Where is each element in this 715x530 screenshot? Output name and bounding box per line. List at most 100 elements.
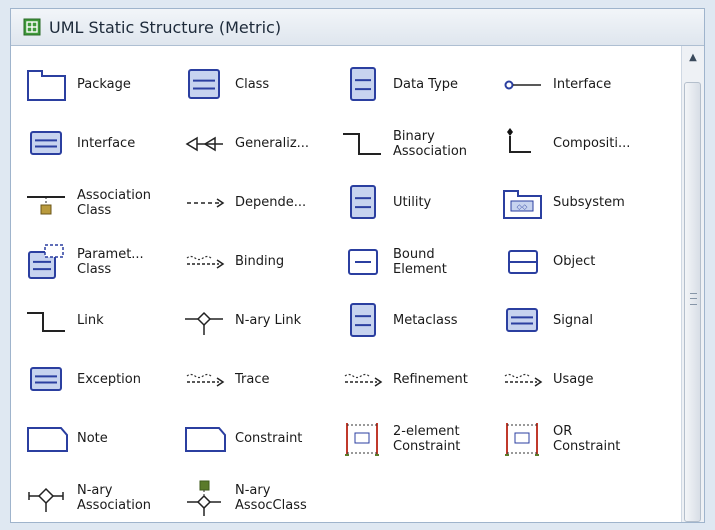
shape-item-bound-element[interactable]: Bound Element xyxy=(341,232,501,291)
shape-label: Signal xyxy=(553,313,593,328)
shape-label: Refinement xyxy=(393,372,468,387)
shape-label: Data Type xyxy=(393,77,459,92)
subsystem-icon: ◇◇ xyxy=(501,183,547,223)
parameterized-class-icon xyxy=(25,242,71,282)
shape-item-nary-association[interactable]: N-ary Association xyxy=(25,468,183,522)
shape-label: Interface xyxy=(77,136,136,151)
shape-label: Constraint xyxy=(235,431,303,446)
package-icon xyxy=(25,65,71,105)
shape-label: Utility xyxy=(393,195,432,210)
nary-link-icon xyxy=(183,301,229,341)
metaclass-icon xyxy=(341,301,387,341)
bound-element-icon xyxy=(341,242,387,282)
shape-label: OR Constraint xyxy=(553,423,621,454)
shape-item-composition[interactable]: Compositi... xyxy=(501,114,667,173)
scroll-up-arrow-icon[interactable]: ▲ xyxy=(682,46,704,68)
shape-item-metaclass[interactable]: Metaclass xyxy=(341,291,501,350)
svg-text:◇◇: ◇◇ xyxy=(517,203,528,211)
exception-icon xyxy=(25,360,71,400)
shape-label: Bound Element xyxy=(393,246,447,277)
two-element-constraint-icon xyxy=(341,419,387,459)
vertical-scrollbar[interactable]: ▲ xyxy=(681,46,704,522)
shape-item-note[interactable]: Note xyxy=(25,409,183,468)
stencil-titlebar[interactable]: UML Static Structure (Metric) xyxy=(11,9,704,46)
shape-item-binding-arrow[interactable]: Binding xyxy=(183,232,341,291)
class-icon xyxy=(183,65,229,105)
shape-label: N-ary Association xyxy=(77,482,152,513)
composition-icon xyxy=(501,124,547,164)
shape-item-data-type[interactable]: Data Type xyxy=(341,55,501,114)
signal-icon xyxy=(501,301,547,341)
note-icon xyxy=(25,419,71,459)
interface-icon xyxy=(25,124,71,164)
shape-label: 2-element Constraint xyxy=(393,423,461,454)
shape-item-package[interactable]: Package xyxy=(25,55,183,114)
shape-label: Generaliz... xyxy=(235,136,310,151)
shape-item-subsystem[interactable]: ◇◇ Subsystem xyxy=(501,173,667,232)
interface-lollipop-icon xyxy=(501,65,547,105)
usage-arrow-icon xyxy=(501,360,547,400)
shape-item-nary-link[interactable]: N-ary Link xyxy=(183,291,341,350)
shape-label: Compositi... xyxy=(553,136,631,151)
shape-item-exception[interactable]: Exception xyxy=(25,350,183,409)
shape-item-binary-association[interactable]: Binary Association xyxy=(341,114,501,173)
association-class-icon xyxy=(25,183,71,223)
shape-item-or-constraint[interactable]: OR Constraint xyxy=(501,409,667,468)
shape-label: Link xyxy=(77,313,104,328)
shape-label: Subsystem xyxy=(553,195,625,210)
nary-assocclass-icon xyxy=(183,478,229,518)
stencil-title: UML Static Structure (Metric) xyxy=(49,17,282,37)
shape-label: Class xyxy=(235,77,270,92)
shapes-stencil-panel: UML Static Structure (Metric) Package Cl… xyxy=(10,8,705,523)
shape-item-refinement-arrow[interactable]: Refinement xyxy=(341,350,501,409)
shapes-grid: Package Class Data Type Interface Interfa… xyxy=(25,55,667,522)
nary-association-icon xyxy=(25,478,71,518)
shape-item-constraint[interactable]: Constraint xyxy=(183,409,341,468)
shape-label: Usage xyxy=(553,372,594,387)
data-type-icon xyxy=(341,65,387,105)
shape-item-generalization-arrow[interactable]: Generaliz... xyxy=(183,114,341,173)
shape-item-utility[interactable]: Utility xyxy=(341,173,501,232)
shape-item-two-element-constraint[interactable]: 2-element Constraint xyxy=(341,409,501,468)
or-constraint-icon xyxy=(501,419,547,459)
refinement-arrow-icon xyxy=(341,360,387,400)
shape-item-interface-lollipop[interactable]: Interface xyxy=(501,55,667,114)
shape-item-class[interactable]: Class xyxy=(183,55,341,114)
shape-item-interface[interactable]: Interface xyxy=(25,114,183,173)
binary-association-icon xyxy=(341,124,387,164)
scroll-thumb[interactable] xyxy=(684,82,701,522)
dependency-arrow-icon xyxy=(183,183,229,223)
scroll-grip-icon xyxy=(690,293,697,305)
shape-label: Binding xyxy=(235,254,285,269)
binding-arrow-icon xyxy=(183,242,229,282)
shape-label: Object xyxy=(553,254,596,269)
shape-item-object[interactable]: Object xyxy=(501,232,667,291)
shape-item-signal[interactable]: Signal xyxy=(501,291,667,350)
shape-label: Note xyxy=(77,431,108,446)
stencil-icon xyxy=(23,18,41,36)
constraint-icon xyxy=(183,419,229,459)
shape-label: Paramet... Class xyxy=(77,246,144,277)
shape-item-link[interactable]: Link xyxy=(25,291,183,350)
shape-label: Association Class xyxy=(77,187,152,218)
shape-label: Depende... xyxy=(235,195,307,210)
link-icon xyxy=(25,301,71,341)
shape-label: Trace xyxy=(235,372,270,387)
shape-item-parameterized-class[interactable]: Paramet... Class xyxy=(25,232,183,291)
shape-item-association-class[interactable]: Association Class xyxy=(25,173,183,232)
shape-label: Exception xyxy=(77,372,141,387)
object-icon xyxy=(501,242,547,282)
utility-icon xyxy=(341,183,387,223)
shape-item-dependency-arrow[interactable]: Depende... xyxy=(183,173,341,232)
shape-label: Binary Association xyxy=(393,128,468,159)
shape-item-usage-arrow[interactable]: Usage xyxy=(501,350,667,409)
shape-label: Package xyxy=(77,77,131,92)
shape-label: Metaclass xyxy=(393,313,458,328)
generalization-arrow-icon xyxy=(183,124,229,164)
shape-label: N-ary Link xyxy=(235,313,302,328)
shape-item-nary-assocclass[interactable]: N-ary AssocClass xyxy=(183,468,341,522)
trace-arrow-icon xyxy=(183,360,229,400)
shape-label: N-ary AssocClass xyxy=(235,482,307,513)
shape-label: Interface xyxy=(553,77,612,92)
shape-item-trace-arrow[interactable]: Trace xyxy=(183,350,341,409)
